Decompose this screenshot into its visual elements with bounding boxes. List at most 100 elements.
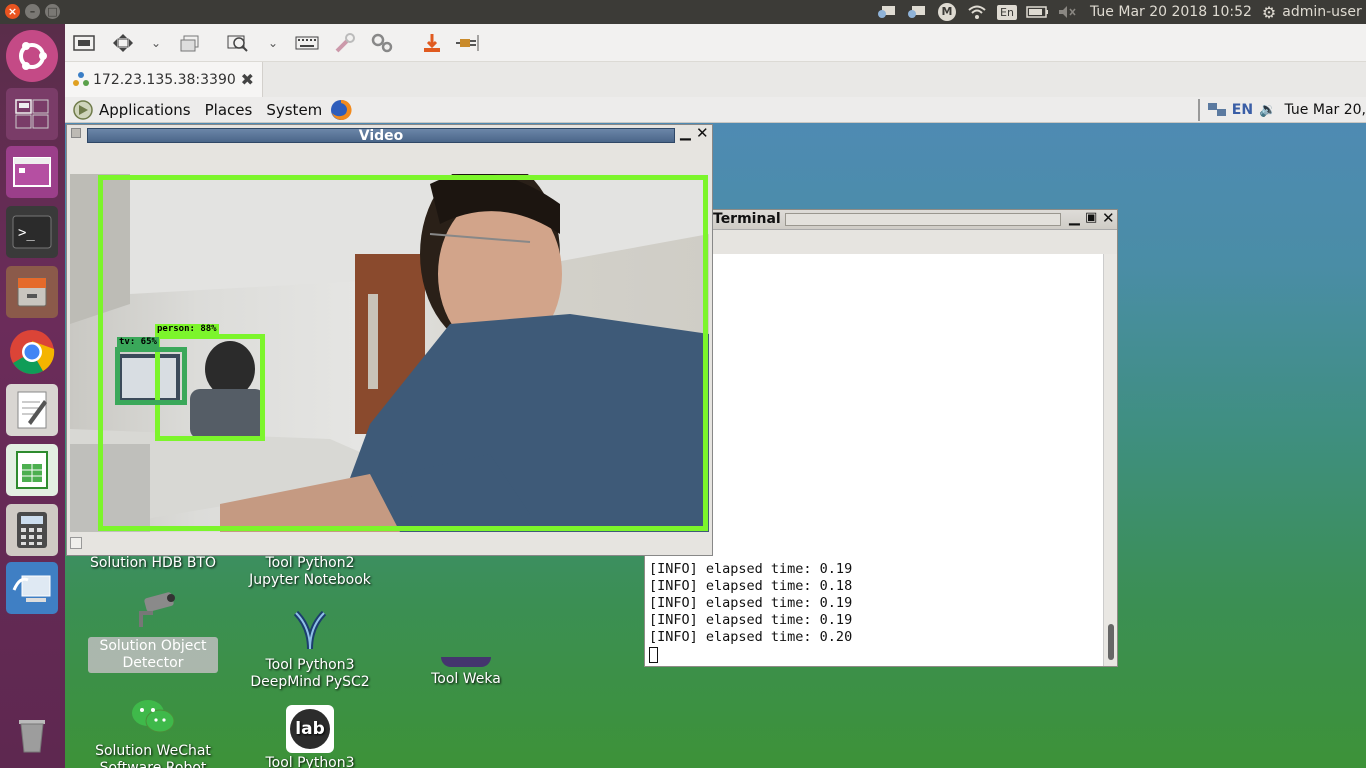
plugin-icon[interactable] bbox=[455, 32, 481, 54]
video-titlebar[interactable]: Video bbox=[87, 128, 675, 144]
desktop-icon-label: Tool Python2 Jupyter Notebook bbox=[249, 555, 371, 588]
network-icon[interactable] bbox=[1206, 101, 1228, 119]
video-title: Video bbox=[358, 128, 404, 144]
video-window[interactable]: Video ▁ ✕ person: 88% tv: 65% bbox=[66, 124, 713, 556]
trash-icon[interactable] bbox=[6, 708, 58, 760]
calculator-icon[interactable] bbox=[6, 504, 58, 556]
chevron-down-icon-2[interactable]: ⌄ bbox=[260, 32, 286, 54]
wifi-icon[interactable] bbox=[966, 3, 988, 21]
jupyterlab-icon: lab bbox=[286, 705, 334, 753]
detection-box-tv bbox=[115, 347, 187, 405]
workspace-icon[interactable] bbox=[6, 88, 58, 140]
security-camera-icon bbox=[129, 587, 177, 635]
terminal-line: [INFO] elapsed time: 0.18 bbox=[649, 578, 853, 594]
mail-letter: M bbox=[938, 3, 956, 21]
chevron-down-icon[interactable]: ⌄ bbox=[143, 32, 169, 54]
minimize-window-button[interactable]: – bbox=[25, 4, 40, 19]
desktop-icon-weka[interactable]: Tool Weka bbox=[401, 657, 531, 688]
panel-separator bbox=[1197, 99, 1200, 121]
ubuntu-dash-icon[interactable] bbox=[6, 30, 58, 82]
wechat-icon bbox=[129, 693, 177, 741]
maximize-icon[interactable]: ▣ bbox=[1085, 210, 1097, 225]
remote-desktop-icon-2[interactable] bbox=[906, 3, 928, 21]
desktop-icon-label: Solution HDB BTO bbox=[89, 555, 217, 571]
mail-icon[interactable]: M bbox=[936, 3, 958, 21]
terminal-output[interactable]: [INFO] elapsed time: 0.19 [INFO] elapsed… bbox=[645, 254, 1105, 666]
close-window-button[interactable]: × bbox=[5, 4, 20, 19]
scrollbar-thumb[interactable] bbox=[1108, 624, 1114, 660]
terminal-title: Terminal bbox=[713, 211, 781, 227]
detection-label-person: person: 88% bbox=[155, 324, 219, 335]
battery-icon[interactable] bbox=[1026, 3, 1048, 21]
desktop-icon-python3[interactable]: lab Tool Python3 bbox=[245, 705, 375, 768]
maximize-window-button[interactable]: □ bbox=[45, 4, 60, 19]
remote-desktop-viewer-icon[interactable] bbox=[6, 562, 58, 614]
terminal-window[interactable]: Terminal ▁ ▣ ✕ [INFO] elapsed time: 0.19… bbox=[644, 209, 1118, 667]
video-frame: person: 88% tv: 65% bbox=[70, 174, 709, 532]
desktop-icon-object-detector[interactable]: Solution Object Detector bbox=[88, 587, 218, 673]
desktop-icon-label: Tool Python3 bbox=[265, 755, 355, 768]
desktop-icon-python2-jupyter[interactable]: Tool Python2 Jupyter Notebook bbox=[245, 555, 375, 589]
file-cabinet-icon[interactable] bbox=[6, 266, 58, 318]
tools-icon[interactable] bbox=[332, 32, 358, 54]
remote-top-panel: Applications Places System EN 🔉 Tue Mar … bbox=[65, 97, 1366, 123]
zoom-icon[interactable] bbox=[225, 32, 251, 54]
minimize-icon[interactable]: ▁ bbox=[1069, 210, 1080, 226]
top-panel: × – □ M En Tue Mar 20 2018 10:52 ⚙ admin… bbox=[0, 0, 1366, 24]
menu-applications[interactable]: Applications bbox=[99, 101, 191, 119]
user-menu[interactable]: admin-user bbox=[1282, 4, 1361, 20]
chrome-icon[interactable] bbox=[6, 326, 58, 378]
keyboard-icon[interactable] bbox=[294, 32, 320, 54]
close-tab-icon[interactable]: ✖ bbox=[241, 70, 254, 89]
keyboard-layout-icon[interactable]: En bbox=[996, 3, 1018, 21]
terminal-titlebar[interactable]: Terminal ▁ ▣ ✕ bbox=[645, 209, 1117, 230]
menu-system[interactable]: System bbox=[266, 101, 322, 119]
volume-icon[interactable]: 🔉 bbox=[1259, 102, 1276, 118]
desktop-icon-wechat-robot[interactable]: Solution WeChat Software Robot bbox=[88, 693, 218, 768]
lab-text: lab bbox=[290, 709, 330, 749]
remote-clock[interactable]: Tue Mar 20, bbox=[1285, 102, 1366, 118]
video-resize-handle[interactable] bbox=[70, 537, 82, 549]
terminal-icon[interactable]: >_ bbox=[6, 206, 58, 258]
close-icon[interactable]: ✕ bbox=[1102, 209, 1115, 227]
panel-clock[interactable]: Tue Mar 20 2018 10:52 bbox=[1090, 4, 1252, 20]
terminal-scrollbar[interactable] bbox=[1103, 254, 1117, 666]
gnome-foot-icon[interactable] bbox=[73, 99, 93, 120]
menu-places[interactable]: Places bbox=[205, 101, 253, 119]
scale-icon[interactable] bbox=[110, 32, 136, 54]
minimize-viewer-icon[interactable] bbox=[177, 32, 203, 54]
desktop-icon-label: Solution WeChat Software Robot bbox=[95, 743, 211, 768]
svg-text:>_: >_ bbox=[18, 225, 35, 241]
presentation-icon[interactable] bbox=[6, 146, 58, 198]
terminal-line: [INFO] elapsed time: 0.19 bbox=[649, 561, 853, 577]
terminal-title-grip bbox=[785, 213, 1061, 226]
firefox-icon[interactable] bbox=[330, 99, 352, 121]
starcraft-icon bbox=[286, 607, 334, 655]
gear-icon[interactable]: ⚙ bbox=[1262, 3, 1276, 22]
desktop-icon-label: Tool Python3 DeepMind PySC2 bbox=[250, 657, 370, 690]
volume-mute-icon[interactable] bbox=[1056, 3, 1078, 21]
connection-tab[interactable]: 172.23.135.38:3390 ✖ bbox=[65, 62, 263, 97]
detection-label-tv: tv: 65% bbox=[117, 337, 159, 348]
terminal-cursor bbox=[649, 647, 658, 663]
desktop-icon-label: Tool Weka bbox=[431, 671, 501, 687]
desktop-icon-pysc2[interactable]: Tool Python3 DeepMind PySC2 bbox=[245, 607, 375, 691]
remote-viewer-tabbar: 172.23.135.38:3390 ✖ bbox=[65, 62, 1366, 97]
remote-viewer-toolbar: ⌄ ⌄ bbox=[65, 24, 1366, 62]
minimize-icon[interactable]: ▁ bbox=[680, 125, 691, 141]
window-menu-icon[interactable] bbox=[71, 128, 81, 138]
language-indicator[interactable]: EN bbox=[1232, 102, 1253, 118]
connection-icon bbox=[73, 71, 89, 88]
remote-desktop-icon[interactable] bbox=[876, 3, 898, 21]
desktop-icon-label: Solution Object Detector bbox=[88, 637, 218, 673]
close-icon[interactable]: ✕ bbox=[696, 124, 709, 142]
fullscreen-icon[interactable] bbox=[71, 32, 97, 54]
desktop-icon-hdb-bto[interactable]: Solution HDB BTO bbox=[88, 555, 218, 572]
spreadsheet-icon[interactable] bbox=[6, 444, 58, 496]
weka-icon bbox=[441, 657, 491, 667]
preferences-icon[interactable] bbox=[369, 32, 395, 54]
keyboard-layout-label: En bbox=[997, 4, 1017, 20]
disconnect-icon[interactable] bbox=[419, 32, 445, 54]
text-editor-icon[interactable] bbox=[6, 384, 58, 436]
terminal-line: [INFO] elapsed time: 0.20 bbox=[649, 629, 853, 645]
